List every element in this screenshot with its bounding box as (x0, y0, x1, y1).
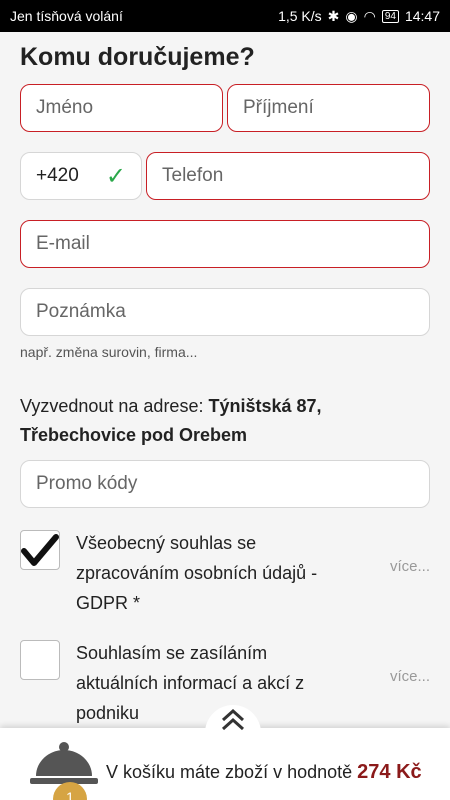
status-right: 1,5 K/s ✱ ◉ ◠ 94 14:47 (278, 8, 440, 25)
battery-icon: 94 (381, 9, 399, 23)
gdpr-more-link[interactable]: více... (390, 558, 430, 575)
carrier-label: Jen tísňová volání (10, 8, 123, 24)
name-row: Jméno Příjmení (20, 84, 430, 132)
newsletter-more-link[interactable]: více... (390, 668, 430, 685)
checkmark-icon (21, 534, 59, 566)
gdpr-consent-label: Všeobecný souhlas se zpracováním osobníc… (76, 533, 318, 613)
gdpr-consent: Všeobecný souhlas se zpracováním osobníc… (20, 528, 430, 618)
cart-summary-text: V košíku máte zboží v hodnotě 274 Kč (106, 761, 422, 784)
phone-row: +420 ✓ Telefon (20, 152, 430, 200)
newsletter-consent-label: Souhlasím se zasíláním aktuálních inform… (76, 643, 305, 723)
clock: 14:47 (404, 8, 440, 24)
promo-code-field[interactable]: Promo kódy (20, 460, 430, 508)
page-title: Komu doručujeme? (20, 43, 255, 71)
first-name-field[interactable]: Jméno (20, 84, 223, 132)
pickup-label: Vyzvednout na adrese: (20, 396, 209, 416)
check-icon: ✓ (105, 162, 126, 190)
bluetooth-icon: ✱ (327, 7, 340, 24)
eye-icon: ◉ (345, 7, 358, 24)
phone-field[interactable]: Telefon (146, 152, 430, 200)
promo-row: Promo kódy (20, 460, 430, 508)
cart-price: 274 Kč (357, 761, 422, 783)
phone-prefix-select[interactable]: +420 ✓ (20, 152, 142, 200)
phone-prefix-value: +420 (36, 165, 79, 186)
status-bar: Jen tísňová volání 1,5 K/s ✱ ◉ ◠ 94 14:4… (0, 0, 450, 32)
email-row: E-mail (20, 220, 430, 268)
cart-label: V košíku máte zboží v hodnotě (106, 762, 358, 782)
checkout-form: Komu doručujeme? Jméno Příjmení +420 ✓ T… (0, 32, 450, 728)
double-chevron-up-icon (221, 709, 245, 731)
pickup-address-text: Vyzvednout na adrese: Týništská 87, Třeb… (20, 392, 430, 450)
note-field[interactable]: Poznámka (20, 288, 430, 336)
note-hint: např. změna surovin, firma... (20, 344, 198, 360)
note-row: Poznámka (20, 288, 430, 336)
email-field[interactable]: E-mail (20, 220, 430, 268)
newsletter-checkbox[interactable] (20, 640, 60, 680)
network-speed: 1,5 K/s (278, 8, 322, 24)
gdpr-checkbox[interactable] (20, 530, 60, 570)
wifi-icon: ◠ (363, 7, 376, 24)
last-name-field[interactable]: Příjmení (227, 84, 430, 132)
